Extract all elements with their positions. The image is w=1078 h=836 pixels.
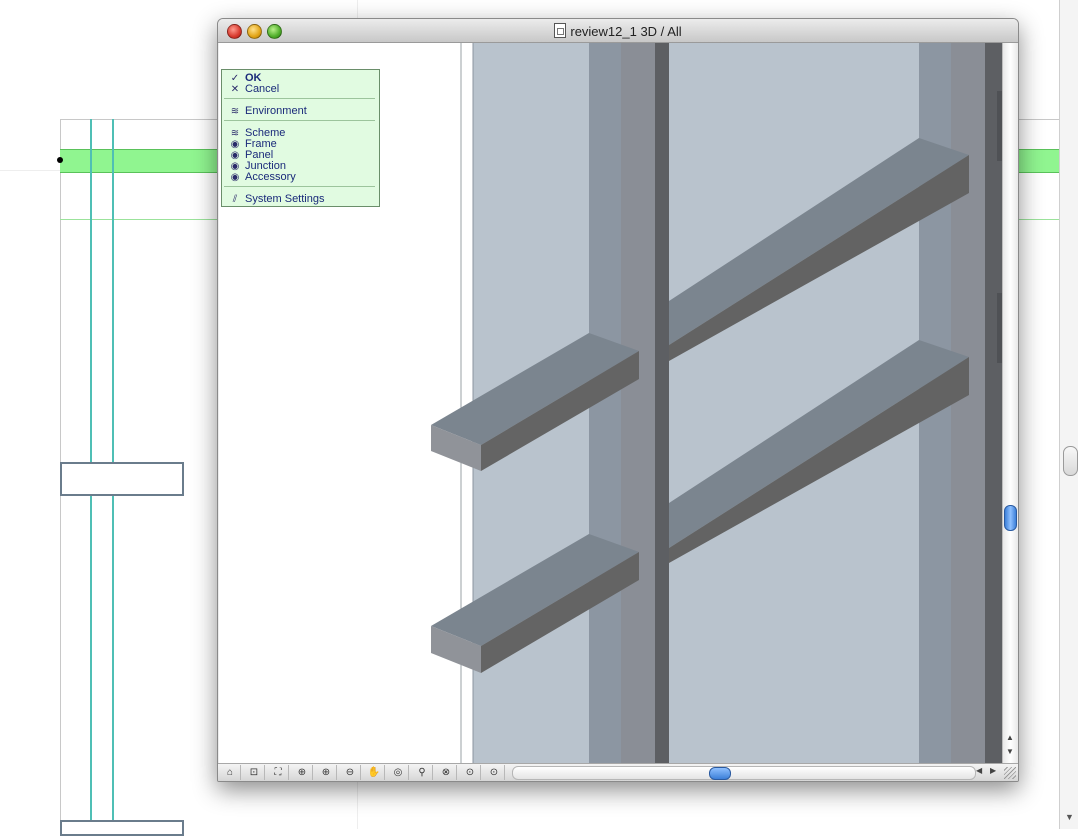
eye-icon: ◉ <box>230 139 240 150</box>
mullion-front-face[interactable] <box>621 43 655 763</box>
zoom-in-tool[interactable]: ⊕ <box>316 765 337 780</box>
palette-divider <box>224 186 375 187</box>
display-palette[interactable]: ✓ OK ✕ Cancel ≋ Environment ≋ Scheme ◉ Frame … <box>221 69 380 207</box>
resize-grip-icon[interactable] <box>1004 767 1016 779</box>
plan-transom[interactable] <box>60 820 184 836</box>
system-settings-label: System Settings <box>245 193 325 205</box>
cancel-button[interactable]: ✕ Cancel <box>228 83 280 96</box>
scroll-down-arrow-icon[interactable]: ▼ <box>1065 812 1074 822</box>
settings-layers-icon: ⫽ <box>232 194 238 205</box>
vertical-scrollbar[interactable]: ▲ ▼ <box>1002 43 1018 763</box>
environment-item[interactable]: ≋ Environment <box>228 105 307 118</box>
horizontal-scroll-thumb[interactable] <box>709 767 731 780</box>
zoom-forward-tool[interactable]: ⊙ <box>484 765 505 780</box>
fit-in-window-tool[interactable]: ⛶ <box>268 765 289 780</box>
bottom-toolbar: ⌂ ⊡ ⛶ ⊕ ⊕ ⊖ ✋ ◎ ⚲ ⊗ ⊙ ⊙ ◀ ▶ <box>218 763 1018 781</box>
3d-window[interactable]: review12_1 3D / All ✓ OK ✕ Cancel ≋ Envi… <box>217 18 1019 782</box>
mullion-side-face[interactable] <box>655 43 669 763</box>
3d-viewport[interactable]: ✓ OK ✕ Cancel ≋ Environment ≋ Scheme ◉ Frame … <box>219 43 1002 763</box>
layers-icon: ≋ <box>230 106 240 117</box>
accessory-label: Accessory <box>245 171 296 183</box>
window-title: review12_1 3D / All <box>218 23 1018 39</box>
window-titlebar[interactable]: review12_1 3D / All <box>218 19 1018 43</box>
layers-icon: ≋ <box>230 128 240 139</box>
eye-icon: ◉ <box>230 172 240 183</box>
document-icon <box>554 23 567 38</box>
plan-transom[interactable] <box>60 462 184 496</box>
palette-divider <box>224 120 375 121</box>
pan-hand-tool[interactable]: ✋ <box>364 765 385 780</box>
walk-tool[interactable]: ⚲ <box>412 765 433 780</box>
scroll-right-arrow-icon[interactable]: ▶ <box>990 766 996 775</box>
zoom-previous-tool[interactable]: ⊗ <box>436 765 457 780</box>
scroll-left-arrow-icon[interactable]: ◀ <box>976 766 982 775</box>
accessory-item[interactable]: ◉ Accessory <box>228 171 296 184</box>
background-vertical-scrollbar[interactable]: ▼ <box>1059 0 1078 829</box>
horizontal-scrollbar[interactable] <box>512 766 976 780</box>
eye-icon: ◉ <box>230 150 240 161</box>
scroll-up-arrow-icon[interactable]: ▲ <box>1006 733 1014 742</box>
zoom-out-tool[interactable]: ⊖ <box>340 765 361 780</box>
eye-icon: ◉ <box>230 161 240 172</box>
background-scroll-thumb[interactable] <box>1063 446 1078 476</box>
zoom-region-tool[interactable]: ⊕ <box>292 765 313 780</box>
vertical-scroll-thumb[interactable] <box>1004 505 1017 531</box>
cancel-label: Cancel <box>245 83 280 95</box>
system-settings-item[interactable]: ⫽ System Settings <box>228 193 325 206</box>
zoom-back-tool[interactable]: ⊙ <box>460 765 481 780</box>
checkmark-icon: ✓ <box>230 73 240 84</box>
selection-point[interactable] <box>57 157 63 163</box>
orbit-tool[interactable]: ◎ <box>388 765 409 780</box>
select-tool[interactable]: ⊡ <box>244 765 265 780</box>
palette-divider <box>224 98 375 99</box>
scroll-down-arrow-icon[interactable]: ▼ <box>1006 747 1014 756</box>
navigator-tool[interactable]: ⌂ <box>220 765 241 780</box>
x-icon: ✕ <box>230 84 240 95</box>
window-title-text: review12_1 3D / All <box>570 24 682 39</box>
environment-label: Environment <box>245 105 307 117</box>
